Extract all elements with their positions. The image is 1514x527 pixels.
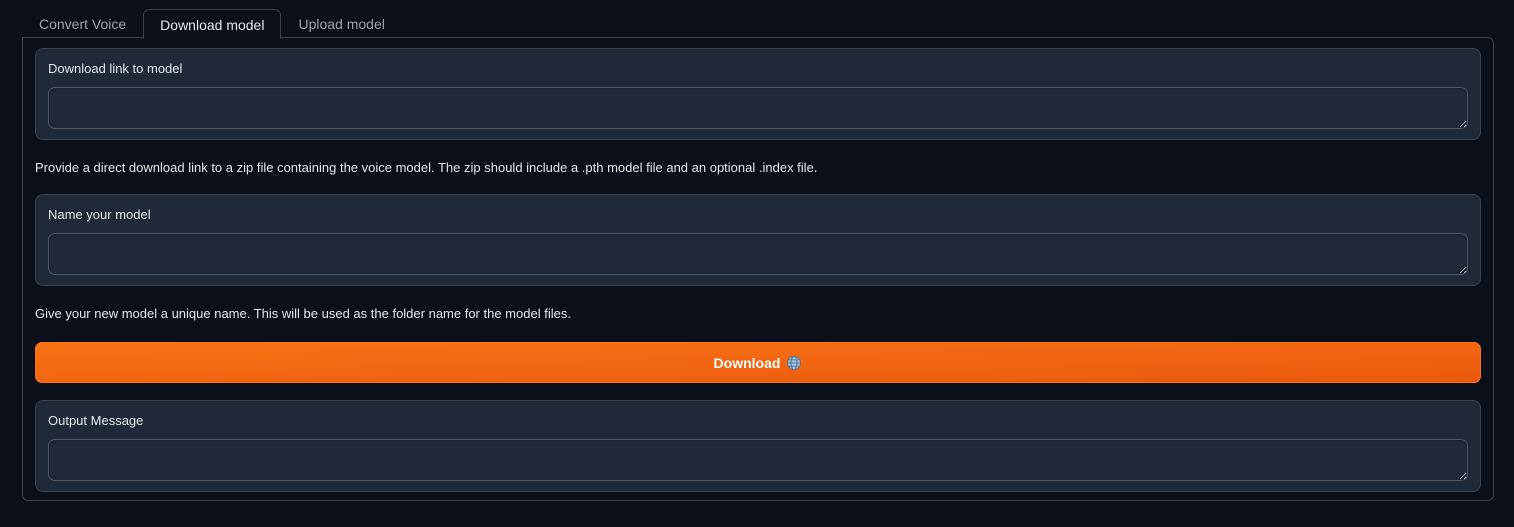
tab-convert-voice[interactable]: Convert Voice [22, 9, 143, 38]
model-name-block: Name your model [35, 194, 1481, 286]
output-message-label: Output Message [48, 413, 144, 428]
download-link-label: Download link to model [48, 61, 183, 76]
model-name-label: Name your model [48, 207, 151, 222]
download-link-input[interactable] [48, 87, 1468, 129]
download-button-label: Download [713, 354, 781, 371]
download-button[interactable]: Download [35, 342, 1481, 383]
output-message-field[interactable] [48, 439, 1468, 481]
download-link-info: Provide a direct download link to a zip … [35, 160, 818, 175]
download-link-block: Download link to model [35, 48, 1481, 140]
tab-panel-download-model: Download link to model Provide a direct … [22, 37, 1494, 501]
tab-download-model[interactable]: Download model [143, 9, 282, 39]
tab-upload-model[interactable]: Upload model [281, 9, 401, 38]
model-name-input[interactable] [48, 233, 1468, 275]
output-message-block: Output Message [35, 400, 1481, 492]
globe-icon [786, 355, 802, 371]
model-name-info: Give your new model a unique name. This … [35, 306, 571, 321]
tab-bar: Convert Voice Download model Upload mode… [22, 9, 402, 39]
